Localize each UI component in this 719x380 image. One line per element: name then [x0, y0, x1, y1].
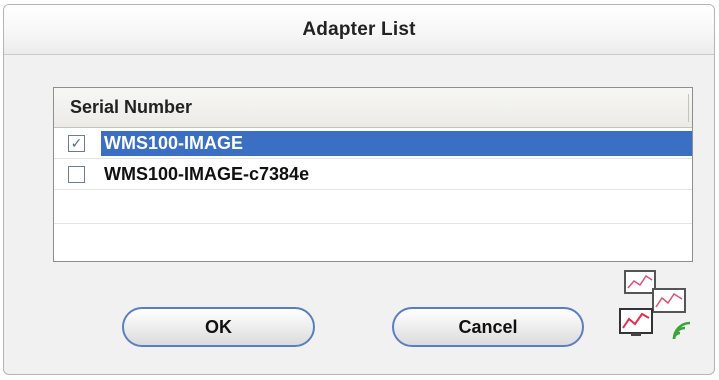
- checkmark-icon: ✓: [70, 135, 83, 151]
- row-checkbox[interactable]: [68, 165, 85, 183]
- adapter-list-dialog: Adapter List Serial Number ✓ WMS100-IMAG…: [3, 4, 715, 375]
- column-header-serial-number[interactable]: Serial Number: [54, 88, 692, 128]
- dialog-title: Adapter List: [302, 18, 416, 40]
- ok-button-label: OK: [205, 316, 232, 337]
- title-bar[interactable]: Adapter List: [4, 5, 714, 55]
- row-checkbox[interactable]: ✓: [68, 134, 85, 152]
- cancel-button[interactable]: Cancel: [392, 307, 584, 347]
- adapter-table[interactable]: Serial Number ✓ WMS100-IMAGE WMS100-IMAG…: [53, 87, 693, 262]
- cancel-button-label: Cancel: [458, 316, 518, 337]
- empty-row: [54, 190, 692, 224]
- column-resize-handle[interactable]: [688, 94, 689, 122]
- column-header-label: Serial Number: [70, 97, 193, 117]
- table-row[interactable]: WMS100-IMAGE-c7384e: [54, 159, 692, 190]
- row-label: WMS100-IMAGE: [101, 130, 692, 156]
- wireless-monitor-logo-icon: [616, 267, 696, 347]
- row-label: WMS100-IMAGE-c7384e: [104, 163, 310, 184]
- ok-button[interactable]: OK: [122, 307, 315, 347]
- table-row[interactable]: ✓ WMS100-IMAGE: [54, 128, 692, 159]
